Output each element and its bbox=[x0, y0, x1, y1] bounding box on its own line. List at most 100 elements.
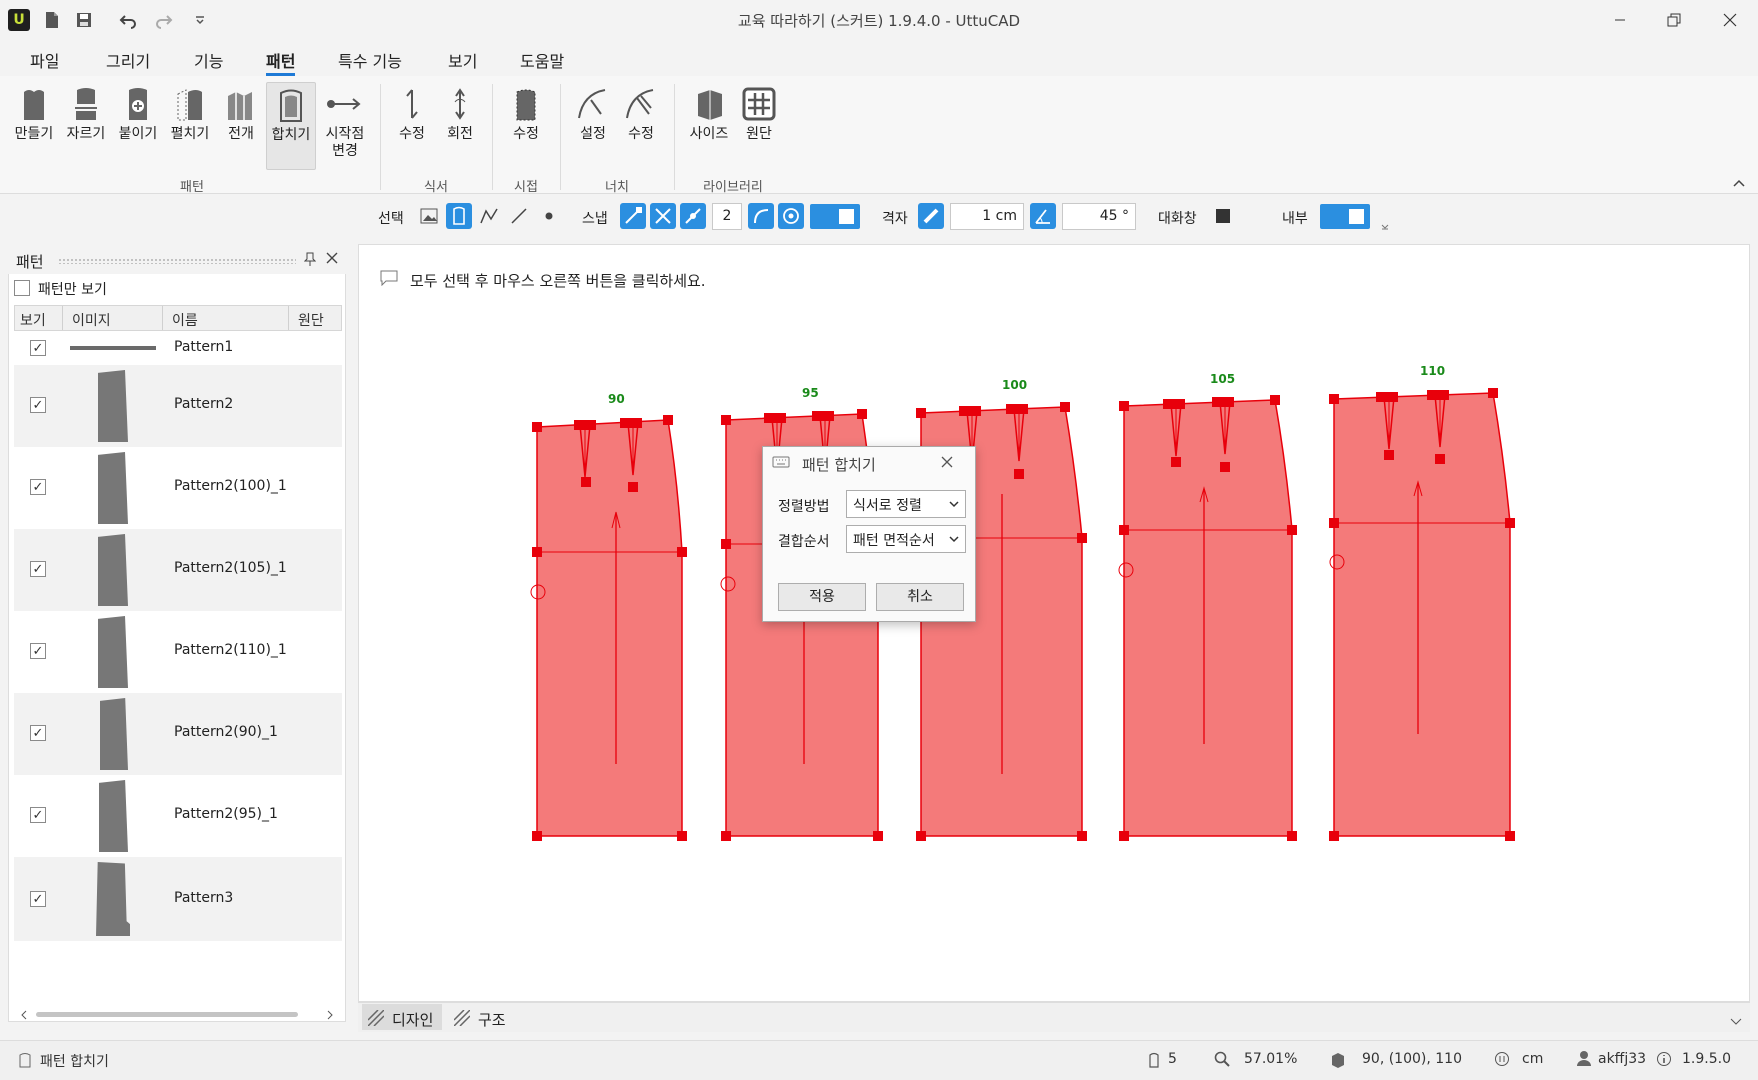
notch-settings-button[interactable]: 설정 bbox=[570, 82, 616, 172]
angle-input[interactable]: 45 ° bbox=[1062, 203, 1136, 230]
cut-pattern-button[interactable]: 자르기 bbox=[62, 82, 110, 172]
menu-function[interactable]: 기능 bbox=[194, 48, 223, 76]
scroll-left-icon[interactable] bbox=[20, 1009, 32, 1021]
row-visible-checkbox[interactable]: ✓ bbox=[30, 643, 46, 659]
attach-pattern-button[interactable]: 붙이기 bbox=[114, 82, 162, 172]
curve-group-label: 너치 bbox=[605, 180, 629, 195]
row-visible-checkbox[interactable]: ✓ bbox=[30, 340, 46, 356]
menu-help[interactable]: 도움말 bbox=[520, 48, 564, 76]
grain-rotate-button[interactable]: 회전 bbox=[438, 82, 482, 172]
redo-icon[interactable] bbox=[152, 8, 176, 32]
column-view[interactable]: 보기 bbox=[20, 310, 46, 330]
ruler-icon[interactable] bbox=[918, 203, 944, 229]
grid-size-input[interactable]: 1 cm bbox=[950, 203, 1024, 230]
undo-icon[interactable] bbox=[116, 8, 140, 32]
row-visible-checkbox[interactable]: ✓ bbox=[30, 479, 46, 495]
new-file-icon[interactable] bbox=[40, 8, 64, 32]
only-patterns-checkbox[interactable] bbox=[14, 280, 30, 296]
menu-draw[interactable]: 그리기 bbox=[106, 48, 150, 76]
dialog-toggle[interactable] bbox=[1216, 209, 1230, 223]
snap-intersection-icon[interactable] bbox=[650, 203, 676, 229]
angle-icon[interactable] bbox=[1030, 203, 1056, 229]
restore-button[interactable] bbox=[1646, 0, 1702, 40]
row-visible-checkbox[interactable]: ✓ bbox=[30, 891, 46, 907]
fabric-library-button[interactable]: 원단 bbox=[736, 82, 782, 172]
pattern-select-icon[interactable] bbox=[446, 203, 472, 229]
snap-divide-input[interactable]: 2 bbox=[712, 203, 742, 230]
snap-center-icon[interactable] bbox=[778, 203, 804, 229]
unfold-pattern-button[interactable]: 전개 bbox=[218, 82, 264, 172]
change-start-point-button[interactable]: 시작점 변경 bbox=[320, 82, 370, 172]
snap-curve-icon[interactable] bbox=[748, 203, 774, 229]
column-fabric[interactable]: 원단 bbox=[298, 310, 324, 330]
grain-edit-button[interactable]: 수정 bbox=[390, 82, 434, 172]
row-visible-checkbox[interactable]: ✓ bbox=[30, 397, 46, 413]
merge-order-select[interactable]: 패턴 면적순서 bbox=[846, 525, 966, 553]
snap-endpoint-icon[interactable] bbox=[620, 203, 646, 229]
tab-structure[interactable]: 구조 bbox=[478, 1009, 506, 1030]
library-group-label: 라이브러리 bbox=[703, 180, 763, 195]
skirt-pattern-105[interactable] bbox=[1118, 395, 1297, 841]
title-bar bbox=[0, 0, 1758, 40]
pattern-name: Pattern2(95)_1 bbox=[174, 806, 278, 822]
row-visible-checkbox[interactable]: ✓ bbox=[30, 561, 46, 577]
line-select-icon[interactable] bbox=[506, 203, 532, 229]
close-panel-icon[interactable] bbox=[326, 252, 340, 266]
snap-divide-icon[interactable] bbox=[680, 203, 706, 229]
toolbar-overflow-icon[interactable] bbox=[1380, 220, 1390, 230]
align-method-select[interactable]: 식서로 정렬 bbox=[846, 490, 966, 518]
skirt-pattern-90[interactable] bbox=[530, 415, 687, 841]
menu-special[interactable]: 특수 기능 bbox=[338, 48, 402, 76]
notch-edit-button[interactable]: 수정 bbox=[618, 82, 664, 172]
grain-rotate-icon bbox=[438, 82, 482, 126]
column-name[interactable]: 이름 bbox=[172, 310, 198, 330]
apply-button[interactable]: 적용 bbox=[778, 583, 866, 611]
cancel-button[interactable]: 취소 bbox=[876, 583, 964, 611]
polyline-select-icon[interactable] bbox=[476, 203, 502, 229]
tab-design-label: 디자인 bbox=[392, 1011, 434, 1029]
chevron-down-icon[interactable] bbox=[1730, 1014, 1744, 1025]
merge-pattern-icon bbox=[269, 83, 313, 127]
row-visible-checkbox[interactable]: ✓ bbox=[30, 725, 46, 741]
panel-grip[interactable] bbox=[58, 258, 296, 264]
spread-pattern-button[interactable]: 펼치기 bbox=[166, 82, 214, 172]
collapse-ribbon-icon[interactable] bbox=[1732, 176, 1748, 192]
snap-toggle[interactable] bbox=[810, 204, 860, 229]
zoom-icon[interactable] bbox=[1214, 1051, 1232, 1069]
menu-file[interactable]: 파일 bbox=[30, 48, 59, 76]
app-version: 1.9.5.0 bbox=[1682, 1051, 1731, 1067]
create-pattern-button[interactable]: 만들기 bbox=[10, 82, 58, 172]
merge-pattern-button[interactable]: 합치기 bbox=[266, 82, 316, 170]
menu-view[interactable]: 보기 bbox=[448, 48, 477, 76]
pattern-name: Pattern2 bbox=[174, 396, 234, 412]
column-image[interactable]: 이미지 bbox=[72, 310, 111, 330]
pattern-name: Pattern1 bbox=[174, 339, 234, 355]
customize-quick-access-icon[interactable] bbox=[188, 8, 212, 32]
pattern-drawing[interactable] bbox=[358, 244, 1750, 1002]
row-visible-checkbox[interactable]: ✓ bbox=[30, 807, 46, 823]
attach-pattern-icon bbox=[116, 82, 160, 126]
close-window-button[interactable] bbox=[1702, 0, 1758, 40]
info-icon[interactable] bbox=[1656, 1051, 1674, 1069]
horizontal-scrollbar[interactable] bbox=[36, 1012, 298, 1017]
minimize-button[interactable] bbox=[1592, 0, 1648, 40]
ribbon-separator bbox=[492, 84, 493, 190]
point-select-icon[interactable] bbox=[536, 203, 562, 229]
column-divider bbox=[162, 306, 163, 330]
dialog-close-button[interactable] bbox=[940, 455, 956, 471]
pattern-thumbnail bbox=[98, 534, 128, 606]
inner-toggle[interactable] bbox=[1320, 204, 1370, 229]
image-select-icon[interactable] bbox=[416, 203, 442, 229]
pattern-thumbnail bbox=[98, 452, 128, 524]
size-library-button[interactable]: 사이즈 bbox=[684, 82, 734, 172]
create-pattern-label: 만들기 bbox=[14, 126, 54, 142]
seam-allowance-edit-button[interactable]: 수정 bbox=[504, 82, 548, 172]
menu-pattern[interactable]: 패턴 bbox=[266, 48, 296, 76]
cut-pattern-label: 자르기 bbox=[66, 126, 106, 142]
scroll-right-icon[interactable] bbox=[326, 1009, 338, 1021]
save-icon[interactable] bbox=[72, 8, 96, 32]
pin-icon[interactable] bbox=[303, 252, 318, 266]
skirt-pattern-110[interactable] bbox=[1329, 388, 1515, 841]
ribbon-separator bbox=[674, 84, 675, 190]
size-library-status-icon bbox=[1330, 1052, 1346, 1068]
